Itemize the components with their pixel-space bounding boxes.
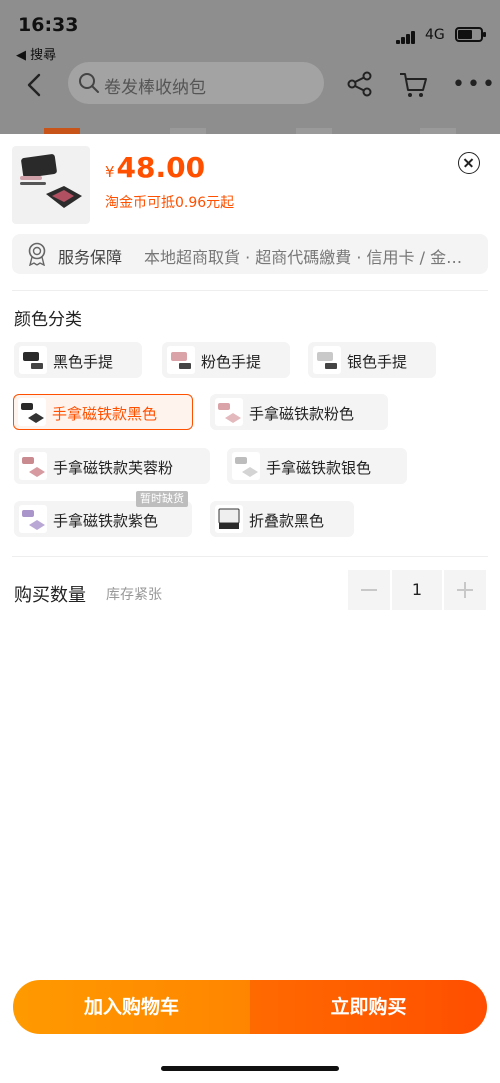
variant-option-pink-clutch[interactable]: 手拿磁铁款粉色 <box>210 394 388 430</box>
variant-label: 手拿磁铁款芙蓉粉 <box>53 459 174 477</box>
variant-label: 手拿磁铁款黑色 <box>52 405 158 423</box>
out-of-stock-badge: 暂时缺货 <box>136 491 188 507</box>
variant-option-silver-handbag[interactable]: 银色手提 <box>308 342 436 378</box>
variant-label: 手拿磁铁款紫色 <box>53 512 159 530</box>
network-type: 4G <box>425 27 445 43</box>
more-icon[interactable]: ••• <box>452 74 497 96</box>
status-time: 16:33 <box>18 14 79 36</box>
buy-now-button[interactable]: 立即购买 <box>250 980 487 1034</box>
quantity-stepper: 1 <box>348 570 486 610</box>
variant-thumbnail <box>19 452 47 480</box>
variant-option-folding-black[interactable]: 折叠款黑色 <box>210 501 354 537</box>
variant-option-black-clutch[interactable]: 手拿磁铁款黑色 <box>13 394 193 430</box>
quantity-value[interactable]: 1 <box>392 570 442 610</box>
service-title: 服务保障 <box>58 248 123 267</box>
variant-label: 手拿磁铁款粉色 <box>249 405 355 423</box>
product-thumbnail[interactable] <box>12 146 90 224</box>
share-icon[interactable] <box>346 70 374 98</box>
coin-discount-text: 淘金币可抵0.96元起 <box>105 195 235 211</box>
quantity-label: 购买数量 <box>14 585 86 606</box>
add-to-cart-button[interactable]: 加入购物车 <box>13 980 250 1034</box>
variant-thumbnail <box>232 452 260 480</box>
search-placeholder: 卷发棒收纳包 <box>104 78 206 98</box>
variant-label: 银色手提 <box>347 353 408 371</box>
back-arrow-icon[interactable] <box>20 70 50 100</box>
variant-label: 手拿磁铁款银色 <box>266 459 372 477</box>
variant-option-black-handbag[interactable]: 黑色手提 <box>14 342 142 378</box>
background-page: 16:33 ◀ 搜尋 4G 卷发棒收纳包 ••• <box>0 0 500 134</box>
decrease-quantity-button[interactable] <box>348 570 390 610</box>
variant-thumbnail <box>19 346 47 374</box>
variant-thumbnail <box>18 398 46 426</box>
action-buttons: 加入购物车 立即购买 <box>13 980 487 1034</box>
variant-label: 折叠款黑色 <box>249 512 325 530</box>
price-currency: ¥ <box>105 163 115 181</box>
guarantee-badge-icon <box>28 242 46 266</box>
variant-option-pink-handbag[interactable]: 粉色手提 <box>162 342 290 378</box>
sku-selection-sheet: ¥48.00 淘金币可抵0.96元起 服务保障 本地超商取貨 · 超商代碼繳費 … <box>0 134 500 1083</box>
divider <box>12 290 488 291</box>
close-icon[interactable] <box>458 152 480 174</box>
divider <box>12 556 488 557</box>
variant-thumbnail <box>313 346 341 374</box>
variant-thumbnail <box>215 505 243 533</box>
signal-icon <box>396 30 418 44</box>
service-guarantee-row[interactable]: 服务保障 本地超商取貨 · 超商代碼繳費 · 信用卡 / 金… <box>12 234 488 274</box>
color-category-title: 颜色分类 <box>14 310 82 330</box>
battery-icon <box>455 27 486 42</box>
stock-hint: 库存紧张 <box>106 587 162 603</box>
variant-thumbnail <box>215 398 243 426</box>
cart-icon[interactable] <box>398 70 428 100</box>
home-indicator[interactable] <box>161 1066 339 1071</box>
variant-thumbnail <box>19 505 47 533</box>
variant-label: 粉色手提 <box>201 353 262 371</box>
price-amount: 48.00 <box>116 151 206 184</box>
product-price: ¥48.00 <box>105 151 205 184</box>
variant-option-rose-clutch[interactable]: 手拿磁铁款芙蓉粉 <box>14 448 210 484</box>
variant-option-silver-clutch[interactable]: 手拿磁铁款银色 <box>227 448 407 484</box>
variant-label: 黑色手提 <box>53 353 114 371</box>
increase-quantity-button[interactable] <box>444 570 486 610</box>
variant-thumbnail <box>167 346 195 374</box>
service-description: 本地超商取貨 · 超商代碼繳費 · 信用卡 / 金… <box>144 248 463 267</box>
back-to-app-link[interactable]: ◀ 搜尋 <box>16 44 56 63</box>
background-tabs <box>0 124 500 134</box>
status-bar: 16:33 ◀ 搜尋 4G <box>0 0 500 63</box>
search-icon <box>79 73 99 93</box>
